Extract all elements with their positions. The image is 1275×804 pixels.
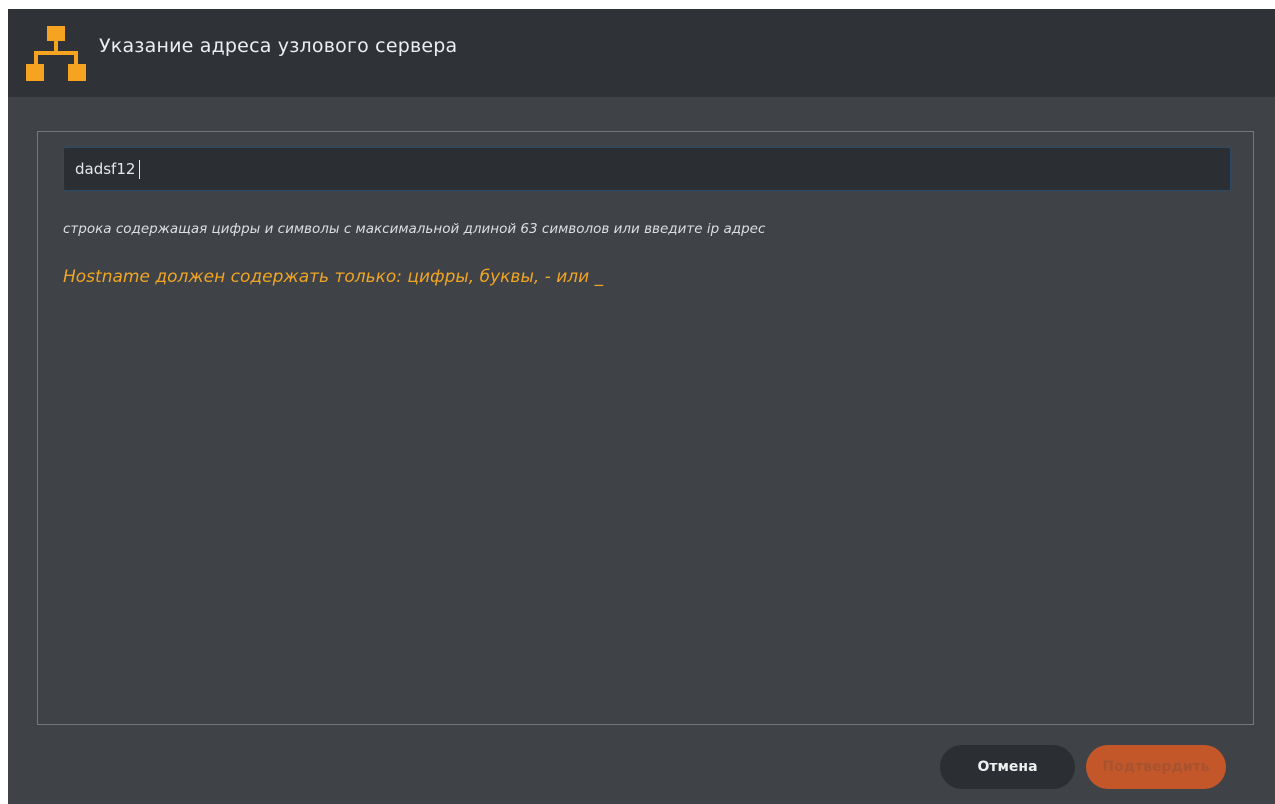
node-server-address-dialog: Указание адреса узлового сервера dadsf12… xyxy=(8,9,1275,804)
dialog-title: Указание адреса узлового сервера xyxy=(99,35,458,57)
hostname-input[interactable]: dadsf12 xyxy=(63,147,1231,191)
hostname-hint: строка содержащая цифры и символы с макс… xyxy=(63,221,766,237)
hostname-error-message: Hostname должен содержать только: цифры,… xyxy=(63,267,604,287)
cancel-button[interactable]: Отмена xyxy=(940,745,1075,789)
dialog-title-bar: Указание адреса узлового сервера xyxy=(8,9,1275,97)
confirm-button[interactable]: Подтвердить xyxy=(1086,745,1226,789)
content-panel: dadsf12 строка содержащая цифры и символ… xyxy=(37,131,1254,725)
hostname-input-value: dadsf12 xyxy=(75,160,136,178)
network-topology-icon xyxy=(26,26,86,81)
text-caret xyxy=(139,159,141,179)
